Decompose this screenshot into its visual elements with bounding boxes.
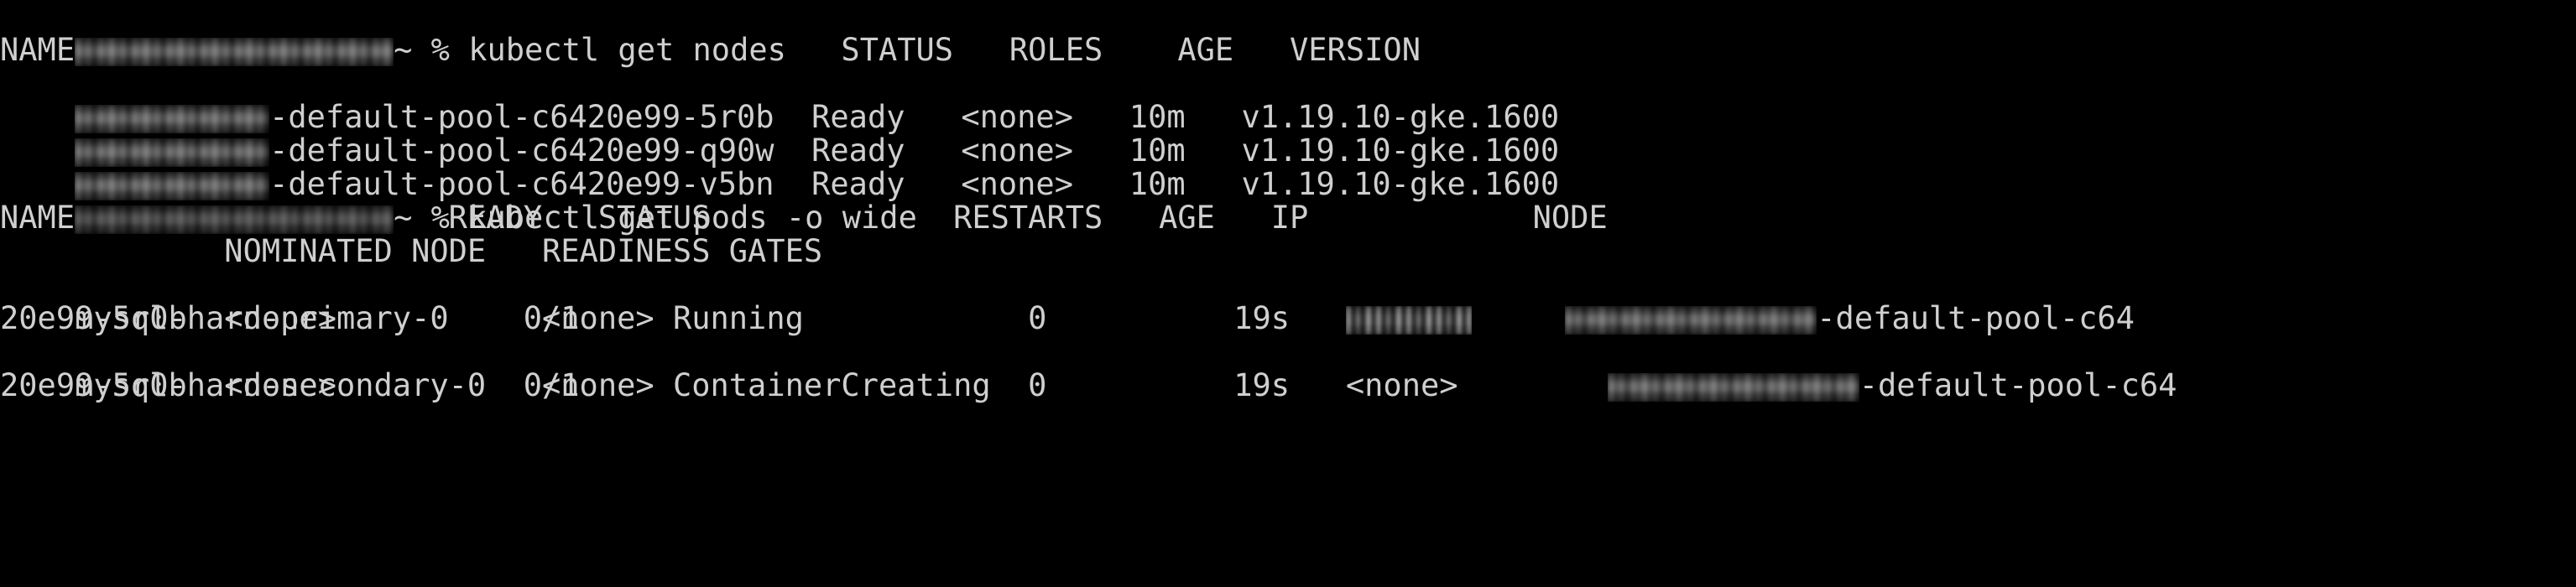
terminal-line-prompt-pods: ~ % kubectl get pods -o wide: [0, 168, 917, 235]
terminal-window[interactable]: ~ % kubectl get nodes NAME STATUS ROLES …: [0, 0, 2576, 587]
pods-table-header-wrapped: NOMINATED NODE READINESS GATES: [0, 233, 823, 269]
nodes-table-row: -default-pool-c6420e99-5r0b Ready <none>…: [0, 67, 1559, 134]
pods-table-row-wrapped: 20e99-5r0b <none> <none>: [0, 300, 654, 336]
pod-row-node-suffix: -default-pool-c64: [1859, 367, 2177, 403]
redacted-node-name-prefix: [1565, 306, 1817, 335]
pod-row-node-suffix: -default-pool-c64: [1817, 300, 2135, 336]
pods-table-row: mysql-hard-secondary-0 0/1 ContainerCrea…: [0, 335, 2177, 403]
redacted-pod-ip: [1345, 306, 1472, 335]
terminal-line-prompt-nodes: ~ % kubectl get nodes: [0, 0, 786, 67]
pods-table-header: NAME READY STATUS RESTARTS AGE IP NODE: [0, 200, 1608, 236]
nodes-table-header: NAME STATUS ROLES AGE VERSION: [0, 32, 1421, 68]
pods-table-row-wrapped: 20e99-5r0b <none> <none>: [0, 367, 654, 403]
pods-table-row: mysql-hard-primary-0 0/1 Running 0 19s -…: [0, 268, 2135, 335]
nodes-table-row: -default-pool-c6420e99-q90w Ready <none>…: [0, 101, 1559, 168]
pod-row-gap: [1472, 300, 1565, 336]
nodes-table-row: -default-pool-c6420e99-v5bn Ready <none>…: [0, 134, 1559, 201]
redacted-node-name-prefix: [1607, 373, 1859, 402]
